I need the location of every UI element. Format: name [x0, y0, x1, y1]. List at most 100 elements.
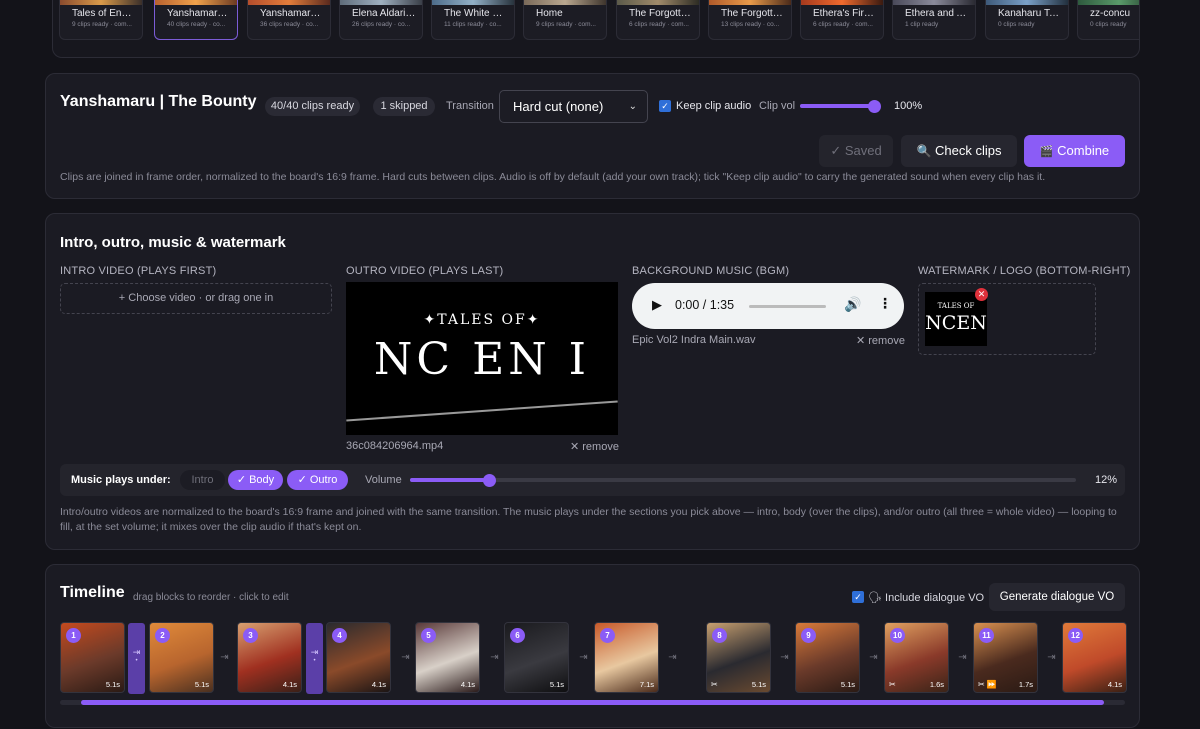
bgm-remove-link[interactable]: ✕ remove [856, 334, 905, 347]
volume-icon[interactable]: 🔊 [844, 296, 861, 313]
intro-video-label: INTRO VIDEO (PLAYS FIRST) [60, 265, 217, 277]
transition-icon: ⇥ [132, 647, 141, 657]
cut-connector-icon[interactable]: ⇥ [397, 652, 414, 663]
check-clips-button[interactable]: 🔍 Check clips [901, 135, 1017, 167]
board-card[interactable]: Yanshamaru | ... 36 clips ready · co... [247, 0, 331, 40]
cut-connector-icon[interactable]: ⇥ [776, 652, 793, 663]
bgm-audio-player[interactable]: ▶ 0:00 / 1:35 🔊 ⋮ [632, 283, 904, 329]
clip-number: 9 [801, 628, 816, 643]
outro-video-label: OUTRO VIDEO (PLAYS LAST) [346, 265, 504, 277]
timeline-clip[interactable]: 7 7.1s [594, 622, 659, 693]
keep-clip-audio-checkbox[interactable]: ✓ [659, 100, 671, 112]
music-volume-slider[interactable] [410, 473, 1076, 487]
clip-duration: 5.1s [194, 680, 209, 689]
board-card[interactable]: Elena Aldarion ... 26 clips ready · co... [339, 0, 423, 40]
clip-duration: 5.1s [751, 680, 766, 689]
clip-number: 7 [600, 628, 615, 643]
transition-dot: • [313, 658, 316, 664]
board-name: Yanshamaru | ... [260, 8, 330, 19]
board-status: 0 clips ready [1090, 21, 1127, 28]
board-name: zz-concu [1090, 8, 1131, 19]
timeline-clip[interactable]: 4 4.1s [326, 622, 391, 693]
clip-fx-icon: ✂ [711, 680, 718, 689]
board-name: Kanaharu Take... [998, 8, 1068, 19]
cut-connector-icon[interactable]: ⇥ [954, 652, 971, 663]
board-card[interactable]: Yanshamaru | ... 40 clips ready · co... [154, 0, 238, 40]
outro-video-preview[interactable]: ✦TALES OF✦ NC EN I [346, 282, 618, 435]
music-plays-under-bar: Music plays under: Intro ✓ Body ✓ Outro … [60, 464, 1125, 496]
music-outro-toggle[interactable]: ✓ Outro [287, 470, 348, 490]
generate-vo-button[interactable]: Generate dialogue VO [989, 583, 1125, 611]
board-card[interactable]: zz-concu 0 clips ready [1077, 0, 1139, 40]
music-body-toggle[interactable]: ✓ Body [228, 470, 283, 490]
board-card[interactable]: The White Fang 11 clips ready · co... [431, 0, 515, 40]
timeline-clip[interactable]: 1 5.1s [60, 622, 125, 693]
transition-marker[interactable]: ⇥ • [128, 623, 145, 694]
cut-connector-icon[interactable]: ⇥ [1043, 652, 1060, 663]
transition-marker[interactable]: ⇥ • [306, 623, 323, 694]
timeline-clip[interactable]: 5 4.1s [415, 622, 480, 693]
project-note: Clips are joined in frame order, normali… [60, 171, 1046, 183]
board-card[interactable]: Ethera's Fire —... 6 clips ready · com... [800, 0, 884, 40]
timeline-subtitle: drag blocks to reorder · click to edit [133, 592, 289, 603]
sparkle-icon: ✦ [423, 312, 438, 328]
timeline-clip[interactable]: 12 4.1s [1062, 622, 1127, 693]
clip-number: 11 [979, 628, 994, 643]
music-plays-label: Music plays under: [71, 474, 171, 486]
timeline-clip[interactable]: 11 1.7s ✂ ⏩ [973, 622, 1038, 693]
clip-duration: 5.1s [105, 680, 120, 689]
transition-select[interactable]: Hard cut (none) ⌄ [499, 90, 648, 123]
clip-vol-label: Clip vol [759, 100, 796, 112]
sparkle-icon: ✦ [526, 312, 541, 328]
board-status: 9 clips ready · com... [536, 21, 596, 28]
more-options-icon[interactable]: ⋮ [878, 295, 892, 312]
music-volume-fill [410, 478, 490, 482]
saved-button[interactable]: ✓ Saved [819, 135, 893, 167]
music-volume-thumb[interactable] [483, 473, 497, 487]
timeline-scrollbar[interactable] [60, 700, 1125, 705]
cut-connector-icon[interactable]: ⇥ [216, 652, 233, 663]
outro-remove-link[interactable]: ✕ remove [570, 440, 619, 453]
timeline-clip[interactable]: 10 1.6s ✂ [884, 622, 949, 693]
music-intro-toggle[interactable]: Intro [180, 470, 225, 490]
board-card[interactable]: The Forgotten ... 13 clips ready · co... [708, 0, 792, 40]
board-status: 1 clip ready [905, 21, 939, 28]
board-card[interactable]: Kanaharu Take... 0 clips ready [985, 0, 1069, 40]
cut-connector-icon[interactable]: ⇥ [865, 652, 882, 663]
board-card[interactable]: Tales of Encen... 9 clips ready · com... [59, 0, 143, 40]
timeline-clip[interactable]: 2 5.1s [149, 622, 214, 693]
timeline-clip[interactable]: 6 5.1s [504, 622, 569, 693]
timeline-clip[interactable]: 9 5.1s [795, 622, 860, 693]
cut-connector-icon[interactable]: ⇥ [486, 652, 503, 663]
watermark-label: WATERMARK / LOGO (BOTTOM-RIGHT) [918, 265, 1131, 277]
board-name: The Forgotten ... [721, 8, 791, 19]
include-vo-checkbox[interactable]: ✓ [852, 591, 864, 603]
board-card[interactable]: The Forgotten ... 6 clips ready · com... [616, 0, 700, 40]
watermark-box[interactable]: TALES OF NCEN ✕ [918, 283, 1096, 355]
timeline-card: Timeline drag blocks to reorder · click … [45, 564, 1140, 728]
intro-dropzone[interactable]: + Choose video · or drag one in [60, 283, 332, 314]
timeline-scrollbar-thumb[interactable] [81, 700, 1105, 705]
bgm-seek-bar[interactable] [749, 305, 826, 308]
board-card[interactable]: Home 9 clips ready · com... [523, 0, 607, 40]
board-status: 9 clips ready · com... [72, 21, 132, 28]
timeline-clip[interactable]: 3 4.1s [237, 622, 302, 693]
watermark-remove-icon[interactable]: ✕ [975, 288, 988, 301]
timeline-clip[interactable]: 8 5.1s ✂ [706, 622, 771, 693]
clip-number: 3 [243, 628, 258, 643]
music-volume-value: 12% [1095, 474, 1118, 486]
clip-vol-slider[interactable] [800, 99, 881, 113]
clip-vol-thumb[interactable] [867, 99, 881, 113]
media-title: Intro, outro, music & watermark [60, 234, 286, 251]
project-settings-card: Yanshamaru | The Bounty 40/40 clips read… [45, 73, 1140, 199]
combine-button[interactable]: 🎬 Combine [1024, 135, 1125, 167]
board-name: Home [536, 8, 563, 19]
play-icon[interactable]: ▶ [652, 297, 662, 313]
transition-label: Transition [446, 100, 494, 112]
board-card[interactable]: Ethera and An... 1 clip ready [892, 0, 976, 40]
board-status: 6 clips ready · com... [813, 21, 873, 28]
transition-dot: • [135, 658, 138, 664]
outro-logo-main-text: NC EN I [373, 334, 591, 385]
cut-connector-icon[interactable]: ⇥ [664, 652, 681, 663]
cut-connector-icon[interactable]: ⇥ [575, 652, 592, 663]
